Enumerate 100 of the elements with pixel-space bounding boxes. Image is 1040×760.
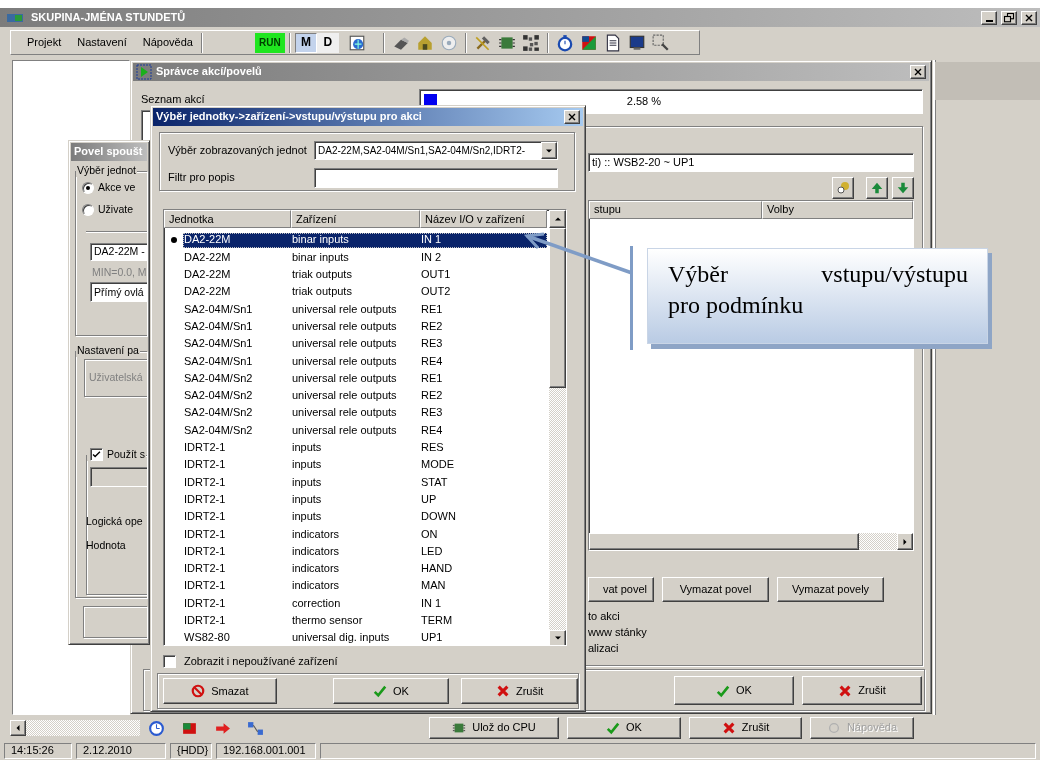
restore-button[interactable]: [1001, 10, 1017, 25]
table-cell-text: indicators: [291, 544, 341, 558]
command-button[interactable]: vat povel: [588, 577, 654, 602]
scrollbar[interactable]: [589, 533, 913, 550]
column-header[interactable]: Název I/O v zařízení: [420, 210, 547, 229]
column-header[interactable]: Volby: [762, 201, 913, 219]
globe-icon: [347, 33, 366, 52]
list-row[interactable]: IDRT2-1 inputs MODE: [183, 457, 547, 473]
filter-field[interactable]: [314, 168, 558, 188]
close-icon: [912, 66, 924, 78]
scroll-left-button[interactable]: [10, 720, 26, 736]
list-row[interactable]: IDRT2-1 inputs DOWN: [183, 509, 547, 525]
table-cell-text: RE4: [420, 423, 444, 437]
checkbox[interactable]: [90, 447, 103, 461]
close-button[interactable]: [910, 65, 926, 79]
minimize-button[interactable]: [981, 10, 997, 25]
scrollbar[interactable]: [549, 228, 566, 645]
cancel-button[interactable]: Zrušit: [689, 717, 802, 739]
table-cell-text: OUT1: [420, 268, 452, 282]
ok-button[interactable]: OK: [567, 717, 681, 739]
table-cell-text: SA2-04M/Sn2: [183, 406, 254, 420]
chart-icon[interactable]: [579, 33, 598, 52]
column-header[interactable]: Zařízení: [291, 210, 420, 229]
unit-combo[interactable]: DA2-22M -: [90, 242, 147, 261]
dropdown-button[interactable]: [541, 142, 557, 159]
table-cell-text: HAND: [420, 562, 454, 576]
mode-button[interactable]: M: [294, 32, 317, 53]
magnifier-icon[interactable]: [651, 33, 670, 52]
list-row[interactable]: IDRT2-1 correction IN 1: [183, 595, 547, 611]
table-cell-text: IDRT2-1: [183, 544, 227, 558]
callout-text: Výběr vstupu/výstupu: [668, 260, 968, 289]
units-combo[interactable]: DA2-22M,SA2-04M/Sn1,SA2-04M/Sn2,IDRT2-: [314, 141, 558, 160]
close-button[interactable]: [564, 110, 580, 124]
link-button[interactable]: [832, 177, 854, 199]
list-row[interactable]: IDRT2-1 thermo sensor TERM: [183, 613, 547, 629]
list-row[interactable]: IDRT2-1 inputs UP: [183, 492, 547, 508]
list-row[interactable]: IDRT2-1 indicators ON: [183, 526, 547, 542]
command-button[interactable]: Vymazat povely: [777, 577, 884, 602]
stopwatch-icon[interactable]: [555, 33, 574, 52]
list-row[interactable]: IDRT2-1 indicators HAND: [183, 561, 547, 577]
table-cell-text: RE2: [420, 389, 444, 403]
list-row[interactable]: IDRT2-1 indicators LED: [183, 543, 547, 559]
list-row[interactable]: SA2-04M/Sn2 universal rele outputs RE1: [183, 370, 547, 386]
cancel-button[interactable]: Zrušit: [802, 676, 922, 705]
column-header[interactable]: Jednotka: [164, 210, 291, 229]
table-cell-text: UP: [420, 492, 438, 507]
scroll-thumb[interactable]: [589, 533, 859, 550]
scroll-right-button[interactable]: [897, 533, 913, 550]
list-row[interactable]: SA2-04M/Sn1 universal rele outputs RE2: [183, 319, 547, 335]
cross-icon: [495, 684, 510, 699]
list-row[interactable]: SA2-04M/Sn2 universal rele outputs RE3: [183, 405, 547, 421]
list-row[interactable]: IDRT2-1 inputs RES: [183, 440, 547, 456]
play-icon: [136, 64, 152, 80]
list-row[interactable]: WS82-80 universal dig. inputs UP1: [183, 630, 547, 645]
upload-button[interactable]: Ulož do CPU: [429, 717, 559, 739]
network-icon[interactable]: [247, 719, 264, 737]
mode-button[interactable]: D: [316, 32, 339, 53]
list-row[interactable]: IDRT2-1 inputs STAT: [183, 474, 547, 490]
list-row[interactable]: SA2-04M/Sn2 universal rele outputs RE2: [183, 388, 547, 404]
column-header[interactable]: stupu: [589, 201, 762, 219]
scroll-down-button[interactable]: [549, 629, 566, 645]
list-row[interactable]: DA2-22M binar inputs IN 1: [183, 232, 547, 248]
table-cell-text: WS82-80: [183, 631, 231, 645]
list-row[interactable]: SA2-04M/Sn1 universal rele outputs RE1: [183, 301, 547, 317]
grid-icon[interactable]: [521, 33, 540, 52]
list-row[interactable]: SA2-04M/Sn1 universal rele outputs RE3: [183, 336, 547, 352]
ok-button[interactable]: OK: [674, 676, 794, 705]
list-row[interactable]: SA2-04M/Sn1 universal rele outputs RE4: [183, 353, 547, 369]
delete-button[interactable]: Smazat: [163, 678, 277, 705]
table-cell-text: DOWN: [420, 510, 457, 524]
restore-icon: [1003, 11, 1015, 24]
scrollbar[interactable]: [10, 720, 140, 736]
scroll-thumb[interactable]: [549, 228, 566, 389]
field-label: Logická ope: [86, 514, 144, 528]
list-row[interactable]: SA2-04M/Sn2 universal rele outputs RE4: [183, 422, 547, 438]
move-down-button[interactable]: [892, 177, 914, 199]
option-label: alizaci: [588, 642, 620, 656]
list-row[interactable]: DA2-22M binar inputs IN 2: [183, 249, 547, 265]
text-field[interactable]: [90, 466, 147, 487]
list-row[interactable]: DA2-22M triak outputs OUT1: [183, 267, 547, 283]
scroll-up-button[interactable]: [549, 210, 566, 229]
menu-item[interactable]: Projekt: [27, 35, 62, 50]
checkbox[interactable]: [163, 654, 176, 668]
menu-item[interactable]: Nastavení: [77, 35, 127, 50]
menu-item[interactable]: Nápověda: [142, 35, 193, 50]
monitor-icon[interactable]: [627, 33, 646, 52]
mode-combo[interactable]: Přímý ovlá: [90, 282, 147, 303]
radio-button[interactable]: [82, 203, 94, 216]
command-field[interactable]: ti) :: WSB2-20 ~ UP1: [588, 153, 914, 172]
move-up-button[interactable]: [866, 177, 888, 199]
command-button[interactable]: Vymazat povel: [662, 577, 769, 602]
cancel-button[interactable]: Zrušit: [461, 678, 578, 705]
list-row[interactable]: IDRT2-1 indicators MAN: [183, 578, 547, 594]
table-cell-text: universal rele outputs: [291, 389, 398, 403]
table-cell-text: binar inputs: [291, 250, 350, 264]
ok-button[interactable]: OK: [332, 678, 450, 705]
table-cell-text: TERM: [420, 614, 454, 628]
clock-icon[interactable]: [148, 719, 165, 737]
close-button[interactable]: [1021, 10, 1037, 25]
list-row[interactable]: DA2-22M triak outputs OUT2: [183, 284, 547, 300]
